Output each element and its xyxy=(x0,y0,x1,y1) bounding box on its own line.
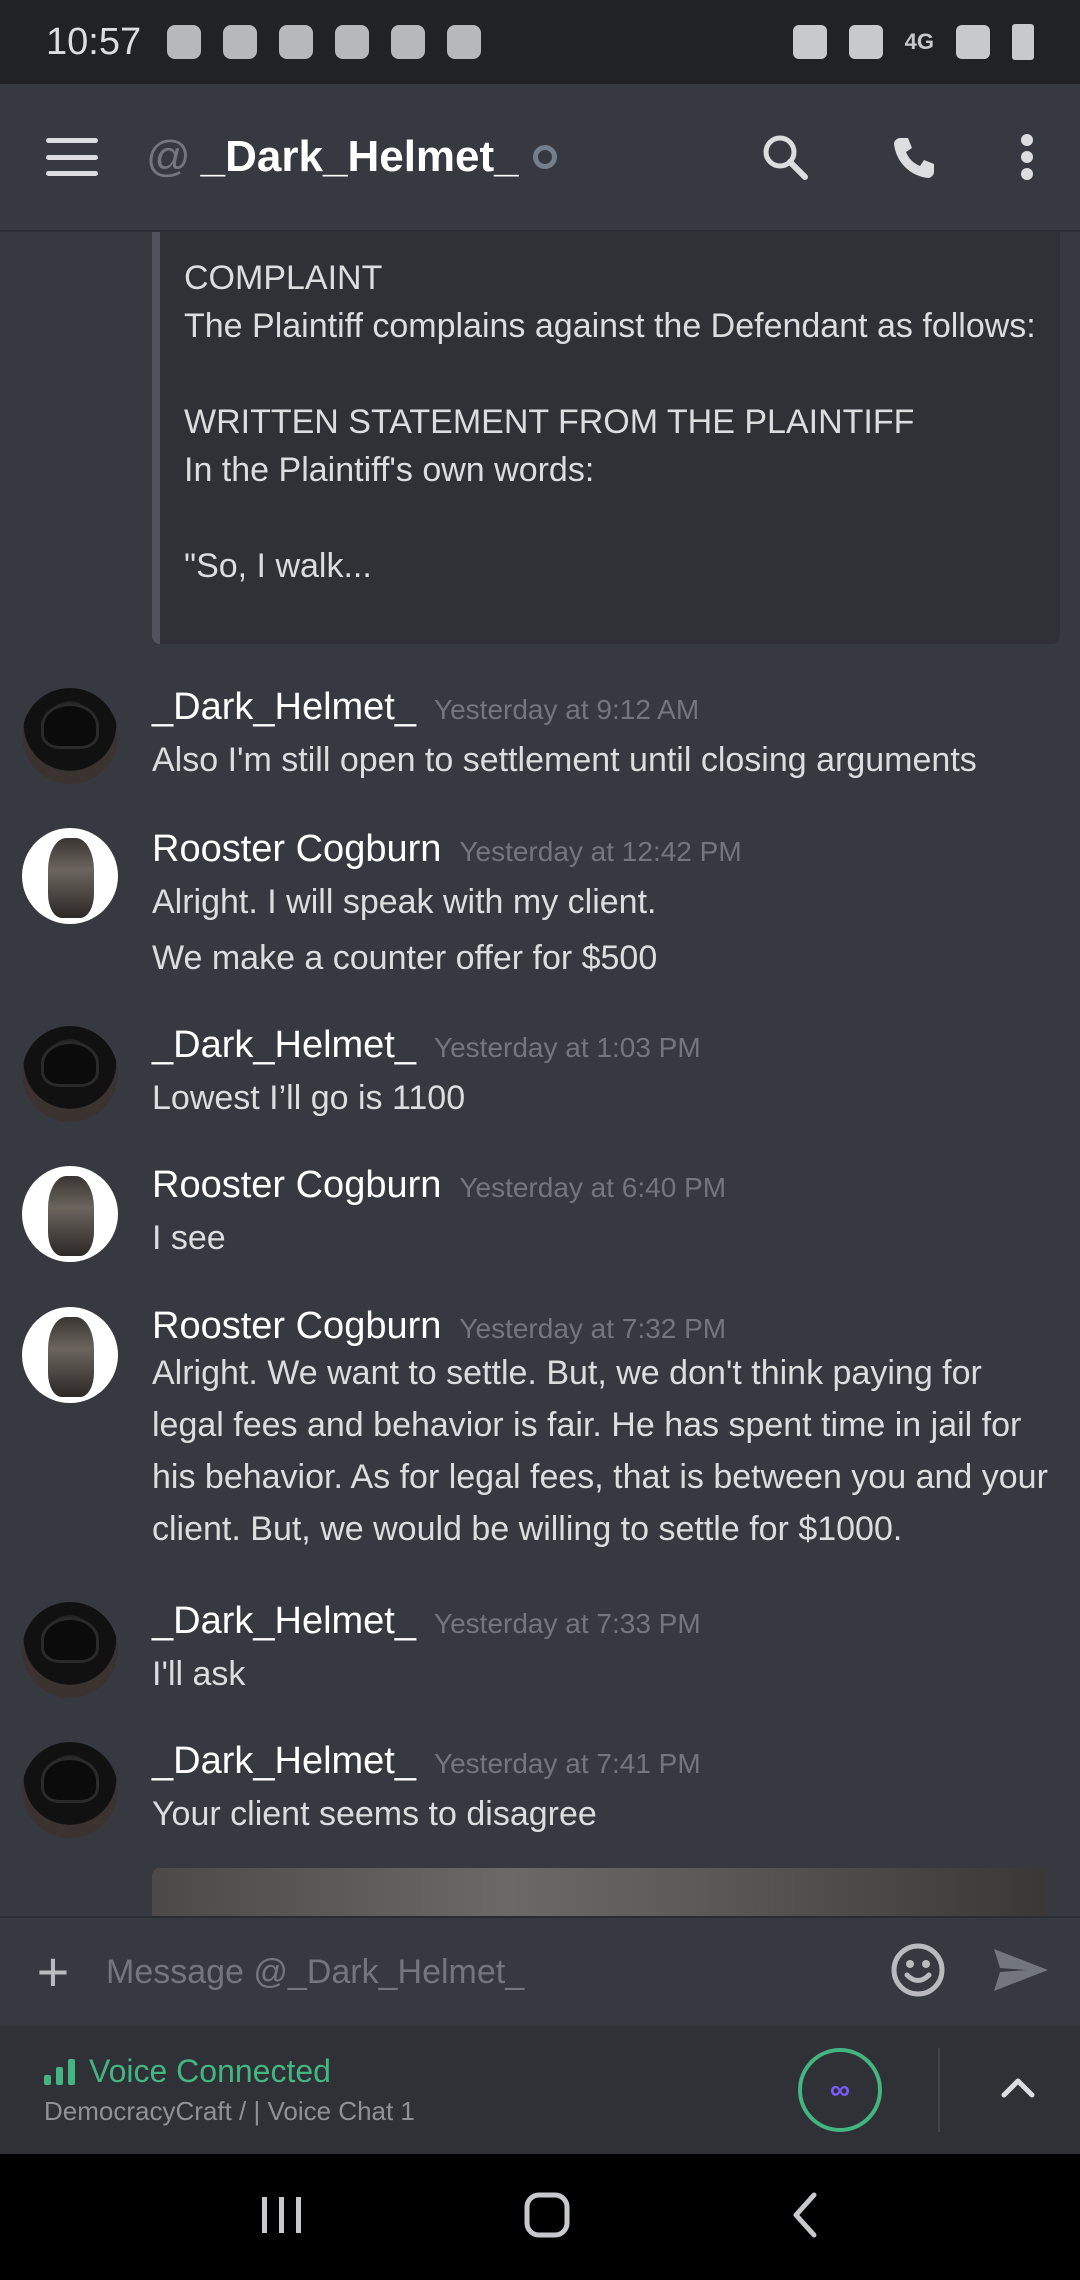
offline-status-icon xyxy=(532,145,557,169)
timestamp: Yesterday at 9:12 AM xyxy=(434,694,700,725)
more-options-icon[interactable] xyxy=(1020,132,1034,182)
image-attachment[interactable] xyxy=(152,1868,1046,1916)
timestamp: Yesterday at 6:40 PM xyxy=(459,1172,727,1203)
message-input[interactable] xyxy=(106,1937,870,2007)
menu-icon[interactable] xyxy=(46,138,98,176)
message-text: Lowest I’ll go is 1100 xyxy=(152,1079,466,1117)
timestamp: Yesterday at 7:32 PM xyxy=(459,1313,727,1344)
call-icon[interactable] xyxy=(890,132,940,182)
add-attachment-button[interactable]: + xyxy=(30,1944,76,2000)
play-store-icon xyxy=(447,25,482,59)
voice-status-title: Voice Connected xyxy=(89,2053,331,2089)
chevron-up-icon[interactable] xyxy=(1000,2077,1036,2104)
voice-channel-name: DemocracyCraft / | Voice Chat 1 xyxy=(44,2096,415,2126)
composer-bar: + xyxy=(0,1916,1080,2026)
battery-icon xyxy=(1012,24,1034,60)
avatar[interactable] xyxy=(22,1166,118,1262)
avatar[interactable] xyxy=(22,1026,118,1122)
message-text: Alright. We want to settle. But, we don'… xyxy=(152,1354,1048,1548)
voice-connection-panel[interactable]: Voice Connected DemocracyCraft / | Voice… xyxy=(0,2026,1080,2154)
search-icon[interactable] xyxy=(760,132,810,182)
timestamp: Yesterday at 7:41 PM xyxy=(434,1748,701,1779)
recent-apps-icon[interactable] xyxy=(260,2195,304,2240)
system-navigation-bar xyxy=(0,2154,1080,2280)
message-text: Alright. I will speak with my client. xyxy=(152,883,657,921)
voice-activity-icon[interactable]: ∞ xyxy=(798,2048,882,2132)
at-symbol: @ xyxy=(146,132,191,181)
author-name[interactable]: _Dark_Helmet_ xyxy=(152,1024,416,1067)
message-text: We make a counter offer for $500 xyxy=(152,939,658,977)
author-name[interactable]: _Dark_Helmet_ xyxy=(152,686,416,729)
signal-strength-icon xyxy=(44,2058,75,2085)
notification-icons xyxy=(167,25,482,59)
divider xyxy=(938,2048,940,2132)
author-name[interactable]: Rooster Cogburn xyxy=(152,828,441,871)
snapchat-icon xyxy=(167,25,202,59)
signal-icon xyxy=(956,25,990,59)
author-name[interactable]: _Dark_Helmet_ xyxy=(152,1740,416,1783)
back-icon[interactable] xyxy=(790,2191,820,2244)
message-text: Your client seems to disagree xyxy=(152,1795,597,1833)
timestamp: Yesterday at 7:33 PM xyxy=(434,1608,701,1639)
avatar[interactable] xyxy=(22,1602,118,1698)
complaint-embed: COMPLAINT The Plaintiff complains agains… xyxy=(152,232,1060,644)
message-text: I'll ask xyxy=(152,1655,246,1693)
avatar[interactable] xyxy=(22,1742,118,1838)
mute-icon xyxy=(848,25,883,59)
author-name[interactable]: _Dark_Helmet_ xyxy=(152,1600,416,1643)
message-text: Also I'm still open to settlement until … xyxy=(152,741,977,779)
image-icon xyxy=(391,25,426,59)
avatar[interactable] xyxy=(22,688,118,784)
timestamp: Yesterday at 12:42 PM xyxy=(459,836,742,867)
channel-header: @ _Dark_Helmet_ xyxy=(0,84,1080,232)
home-icon[interactable] xyxy=(523,2191,571,2244)
timestamp: Yesterday at 1:03 PM xyxy=(434,1032,701,1063)
discord-icon xyxy=(335,25,370,59)
channel-name: _Dark_Helmet_ xyxy=(200,132,519,181)
avatar[interactable] xyxy=(22,828,118,924)
app-icon xyxy=(279,25,314,59)
author-name[interactable]: Rooster Cogburn xyxy=(152,1164,441,1207)
network-type: 4G xyxy=(904,29,934,54)
send-icon[interactable] xyxy=(992,1945,1050,2000)
status-time: 10:57 xyxy=(46,20,142,63)
author-name[interactable]: Rooster Cogburn xyxy=(152,1305,441,1348)
gmail-icon xyxy=(223,25,258,59)
emoji-icon[interactable] xyxy=(890,1942,946,2003)
avatar[interactable] xyxy=(22,1307,118,1403)
status-bar: 10:57 4G xyxy=(0,0,1080,84)
message-text: I see xyxy=(152,1219,226,1257)
alarm-icon xyxy=(792,25,827,59)
message-list[interactable]: COMPLAINT The Plaintiff complains agains… xyxy=(0,232,1080,1916)
